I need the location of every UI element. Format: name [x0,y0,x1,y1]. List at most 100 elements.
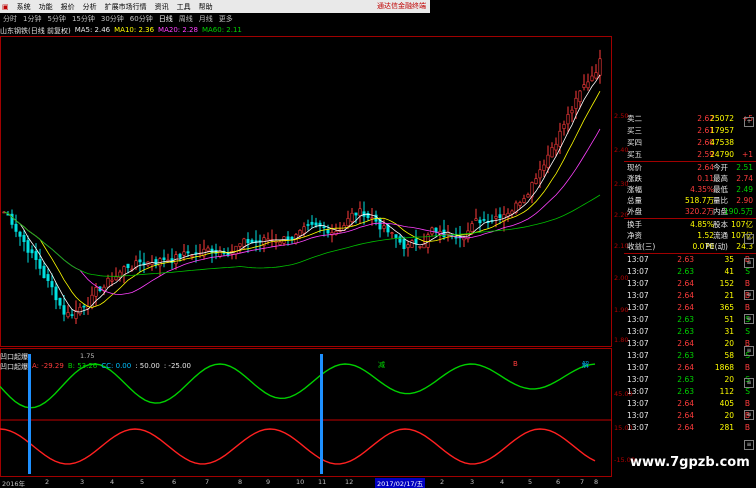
candle-body [422,243,426,249]
candle-body [66,312,70,318]
candle-body [470,223,474,232]
tick-time: 13:07 [627,279,649,288]
indicator-m25: : -25.00 [163,362,191,370]
date-label: 8 [238,478,243,486]
menu-item-tools[interactable]: 工具 [177,2,191,12]
candle-body [494,216,498,219]
tick-row: 13:07 2.63 41 S [624,267,756,277]
tick-row: 13:07 2.63 35 B [624,255,756,265]
tick-time: 13:07 [627,363,649,372]
event-marker-reduce[interactable]: 减 [378,360,385,370]
side-panel-icon[interactable]: ≡ [744,258,754,268]
candle-body [226,253,230,256]
divider [624,161,756,162]
side-panel-icon[interactable]: ≡ [744,290,754,300]
stat-value: 1.52 [697,231,714,240]
ma20-value: MA20: 2.28 [158,26,198,34]
candle-body [50,281,54,288]
candle-body [358,208,362,216]
tick-time: 13:07 [627,255,649,264]
period-tab-daily[interactable]: 日线 [159,14,173,24]
menu-item-function[interactable]: 功能 [39,2,53,12]
tick-time: 13:07 [627,399,649,408]
stat-row: 现价 2.64 今开 2.51 [624,163,756,173]
candle-body [562,124,566,129]
menu-item-system[interactable]: 系统 [17,2,31,12]
period-tab-weekly[interactable]: 周线 [179,14,193,24]
tick-side: B [744,399,750,408]
window-controls [430,0,756,13]
indicator-info: 凹口起爆 [0,352,28,362]
candle-body [526,194,530,198]
app-logo-icon[interactable]: ▣ [2,3,9,11]
candle-body [398,236,402,243]
period-tab-1min[interactable]: 1分钟 [23,14,41,24]
candle-body [162,257,166,261]
menu-item-ext-market[interactable]: 扩展市场行情 [105,2,147,12]
candle-body [154,259,158,265]
stat-value: 107亿 [731,220,753,229]
tick-price: 2.63 [677,351,694,360]
price-chart[interactable] [0,36,612,478]
tick-price: 2.64 [677,423,694,432]
side-panel-icon[interactable]: + [744,117,754,127]
stat-label: 现价 [627,163,642,172]
event-marker-unlock[interactable]: 解 [582,360,589,370]
candle-body [126,263,130,268]
period-tab-timeshare[interactable]: 分时 [3,14,17,24]
candle-body [42,265,46,279]
side-panel-icon[interactable]: ≡ [744,234,754,244]
candle-body [582,84,586,88]
candle-body [182,251,186,256]
side-panel-icon[interactable]: ≡ [744,378,754,388]
stat-value: 2.49 [736,185,753,194]
side-panel-icon[interactable]: ≡ [744,346,754,356]
side-panel-icon[interactable]: ≡ [744,440,754,450]
order-book-row: 买五 2.59 24790 +1 [624,150,756,160]
period-tab-60min[interactable]: 60分钟 [130,14,153,24]
tick-time: 13:07 [627,351,649,360]
stat-label: 涨跌 [627,174,642,183]
candle-body [570,109,574,114]
candle-body [354,212,358,216]
tick-price: 2.64 [677,411,694,420]
candle-body [110,279,114,282]
tick-price: 2.64 [677,279,694,288]
period-tab-30min[interactable]: 30分钟 [101,14,124,24]
candle-body [18,231,22,237]
period-tab-more[interactable]: 更多 [219,14,233,24]
menu-item-analysis[interactable]: 分析 [83,2,97,12]
candle-body [78,306,82,315]
candle-body [442,229,446,238]
candle-body [246,239,250,244]
indicator-line [0,428,596,465]
tick-price: 2.64 [677,339,694,348]
candle-body [238,243,242,247]
tick-row: 13:07 2.64 281 B [624,423,756,433]
period-tab-15min[interactable]: 15分钟 [72,14,95,24]
tick-time: 13:07 [627,267,649,276]
menu-item-quote[interactable]: 报价 [61,2,75,12]
candle-body [242,238,246,247]
date-label: 5 [140,478,145,486]
side-panel-icon[interactable]: ≡ [744,410,754,420]
tick-time: 13:07 [627,411,649,420]
side-panel-icon[interactable]: ≡ [744,314,754,324]
tick-row: 13:07 2.63 58 S [624,351,756,361]
period-tab-monthly[interactable]: 月线 [199,14,213,24]
menu-item-news[interactable]: 资讯 [155,2,169,12]
tick-price: 2.63 [677,375,694,384]
menu-item-help[interactable]: 帮助 [199,2,213,12]
event-marker-buy[interactable]: B [513,360,518,368]
tick-side: B [744,423,750,432]
stat-value: 2.64 [697,163,714,172]
divider [624,218,756,219]
candle-body [538,169,542,179]
tick-volume: 405 [719,399,734,408]
indicator-b: B: 53.26 [67,362,98,370]
tick-side: S [745,327,750,336]
period-tab-5min[interactable]: 5分钟 [47,14,65,24]
tick-price: 2.63 [677,255,694,264]
candle-body [558,130,562,147]
date-label: 2 [45,478,50,486]
